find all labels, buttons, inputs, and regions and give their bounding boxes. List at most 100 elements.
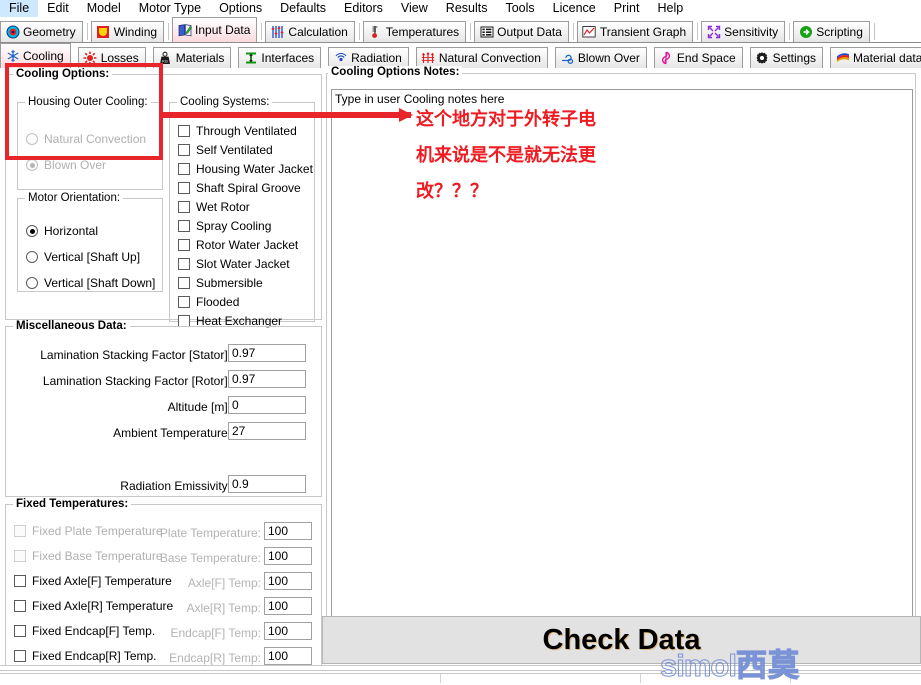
tab-transient-graph[interactable]: Transient Graph <box>576 21 694 42</box>
tab-input-data[interactable]: Input Data <box>172 17 258 42</box>
checkbox-fixed-axle-r-temperature-box <box>14 600 26 612</box>
status-divider-3 <box>0 673 921 674</box>
input-lamination-stacking-factor-rotor[interactable] <box>228 370 306 388</box>
snowflake-icon <box>5 49 20 64</box>
input-axle-r-temp[interactable] <box>264 597 312 615</box>
radio-blown-over-label: Blown Over <box>44 158 107 172</box>
tab-blown-over[interactable]: Blown Over <box>554 47 647 68</box>
checkbox-shaft-spiral-groove-box <box>178 182 190 194</box>
tab-materials-label: Materials <box>175 51 225 65</box>
menu-item-results[interactable]: Results <box>437 0 497 17</box>
tab-material-database[interactable]: Material database <box>830 47 921 68</box>
input-axle-f-temp[interactable] <box>264 572 312 590</box>
tab-temperatures[interactable]: Temperatures <box>362 21 467 42</box>
menu-item-editors[interactable]: Editors <box>335 0 392 17</box>
checkbox-wet-rotor[interactable]: Wet Rotor <box>178 200 250 214</box>
menu-item-motor-type[interactable]: Motor Type <box>130 0 210 17</box>
tab-geometry[interactable]: Geometry <box>0 21 83 42</box>
radio-vertical-shaft-down[interactable]: Vertical [Shaft Down] <box>26 276 155 290</box>
checkbox-rotor-water-jacket-label: Rotor Water Jacket <box>196 238 299 252</box>
tab-radiation[interactable]: Radiation <box>328 47 409 68</box>
checkbox-submersible[interactable]: Submersible <box>178 276 263 290</box>
fixed-temperatures-title: Fixed Temperatures: <box>16 498 129 510</box>
checkbox-fixed-endcap-r-temp[interactable]: Fixed Endcap[R] Temp. <box>14 649 157 663</box>
tab-natural-convection[interactable]: Natural Convection <box>415 47 548 68</box>
checkbox-flooded-label: Flooded <box>196 295 240 309</box>
tab-scripting[interactable]: Scripting <box>793 21 870 42</box>
input-base-temperature[interactable] <box>264 547 312 565</box>
svg-text:KG: KG <box>162 58 168 63</box>
book-pencil-icon <box>177 23 192 38</box>
tab-end-space[interactable]: End Space <box>653 47 743 68</box>
menu-item-print[interactable]: Print <box>605 0 649 17</box>
input-plate-temperature[interactable] <box>264 522 312 540</box>
tab-separator <box>789 23 791 40</box>
radio-natural-convection-indicator <box>26 133 38 145</box>
status-divider-1 <box>0 665 921 666</box>
checkbox-fixed-base-temperature[interactable]: Fixed Base Temperature <box>14 549 163 563</box>
menu-item-model[interactable]: Model <box>78 0 130 17</box>
checkbox-fixed-axle-r-temperature[interactable]: Fixed Axle[R] Temperature <box>14 599 173 613</box>
checkbox-spray-cooling[interactable]: Spray Cooling <box>178 219 271 233</box>
input-lamination-stacking-factor-stator[interactable] <box>228 344 306 362</box>
tab-radiation-label: Radiation <box>351 51 402 65</box>
tab-cooling[interactable]: Cooling <box>0 43 71 68</box>
input-endcap-r-temp[interactable] <box>264 647 312 665</box>
winding-icon <box>96 25 111 40</box>
tab-sensitivity[interactable]: Sensitivity <box>701 21 786 42</box>
left-column: Cooling Options: Housing Outer Cooling: … <box>0 68 322 683</box>
checkbox-slot-water-jacket[interactable]: Slot Water Jacket <box>178 257 290 271</box>
input-endcap-f-temp[interactable] <box>264 622 312 640</box>
checkbox-fixed-plate-temperature[interactable]: Fixed Plate Temperature <box>14 524 163 538</box>
checkbox-fixed-endcap-f-temp[interactable]: Fixed Endcap[F] Temp. <box>14 624 155 638</box>
checkbox-housing-water-jacket[interactable]: Housing Water Jacket <box>178 162 313 176</box>
tab-losses-label: Losses <box>100 51 139 65</box>
checkbox-slot-water-jacket-box <box>178 258 190 270</box>
tab-losses[interactable]: Losses <box>77 47 146 68</box>
housing-outer-cooling-group: Housing Outer Cooling: Natural Convectio… <box>17 96 163 190</box>
checkbox-self-ventilated[interactable]: Self Ventilated <box>178 143 273 157</box>
menu-item-help[interactable]: Help <box>648 0 692 17</box>
menu-item-defaults[interactable]: Defaults <box>271 0 335 17</box>
checkbox-shaft-spiral-groove[interactable]: Shaft Spiral Groove <box>178 181 301 195</box>
label-endcap-r-temp: Endcap[R] Temp: <box>169 651 261 665</box>
input-radiation-emissivity[interactable] <box>228 475 306 493</box>
checkbox-rotor-water-jacket[interactable]: Rotor Water Jacket <box>178 238 298 252</box>
tab-materials[interactable]: KG Materials <box>152 47 232 68</box>
housing-outer-cooling-title: Housing Outer Cooling: <box>28 96 148 108</box>
menu-item-options[interactable]: Options <box>210 0 271 17</box>
menu-item-edit[interactable]: Edit <box>38 0 78 17</box>
line-chart-icon <box>582 25 597 40</box>
checkbox-fixed-axle-f-temperature[interactable]: Fixed Axle[F] Temperature <box>14 574 172 588</box>
cooling-notes-textarea[interactable]: Type in user Cooling notes here <box>331 89 913 633</box>
tab-settings[interactable]: Settings <box>749 47 823 68</box>
cooling-options-title: Cooling Options: <box>16 68 110 80</box>
checkbox-through-ventilated[interactable]: Through Ventilated <box>178 124 297 138</box>
radio-vertical-shaft-up[interactable]: Vertical [Shaft Up] <box>26 250 140 264</box>
label-radiation-emissivity: Radiation Emissivity: <box>120 479 231 493</box>
menu-item-tools[interactable]: Tools <box>496 0 543 17</box>
input-altitude[interactable] <box>228 396 306 414</box>
menu-item-view[interactable]: View <box>392 0 437 17</box>
menu-item-file[interactable]: File <box>0 0 39 17</box>
tab-calculation[interactable]: Calculation <box>265 21 355 42</box>
tab-separator <box>86 23 88 40</box>
tab-winding[interactable]: Winding <box>90 21 165 42</box>
tab-sensitivity-label: Sensitivity <box>724 25 779 39</box>
radio-blown-over[interactable]: Blown Over <box>26 158 106 172</box>
checkbox-flooded[interactable]: Flooded <box>178 295 239 309</box>
menu-item-licence[interactable]: Licence <box>544 0 605 17</box>
tab-input-data-label: Input Data <box>195 23 251 37</box>
tab-blown-over-label: Blown Over <box>577 51 640 65</box>
radio-horizontal[interactable]: Horizontal <box>26 224 98 238</box>
cooling-options-notes-group: Type in user Cooling notes here « <box>326 73 916 651</box>
green-arrow-icon <box>798 25 813 40</box>
label-plate-temperature: Plate Temperature: <box>159 526 261 540</box>
radio-natural-convection[interactable]: Natural Convection <box>26 132 146 146</box>
input-ambient-temperature[interactable] <box>228 422 306 440</box>
checkbox-submersible-label: Submersible <box>196 276 263 290</box>
tab-output-data[interactable]: Output Data <box>474 21 569 42</box>
tab-interfaces[interactable]: Interfaces <box>238 47 322 68</box>
check-data-button[interactable]: Check Data <box>322 616 921 664</box>
checkbox-wet-rotor-box <box>178 201 190 213</box>
